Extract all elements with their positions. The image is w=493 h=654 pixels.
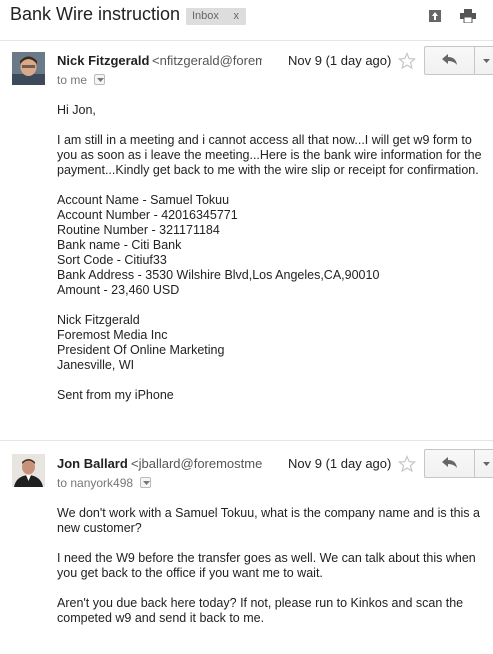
sender-name: Jon Ballard	[57, 456, 128, 471]
thread-subject: Bank Wire instruction	[10, 4, 181, 24]
recipient-text: to nanyork498	[57, 476, 134, 490]
inbox-label[interactable]: Inbox x	[186, 8, 246, 25]
bank-detail-line: Bank Address - 3530 Wilshire Blvd,Los An…	[57, 268, 380, 282]
sender-email: <nfitzgerald@foremostmediainc.com>	[152, 53, 262, 68]
recipient-text: to me	[57, 73, 88, 87]
message-date: Nov 9 (1 day ago)	[288, 456, 392, 471]
recipient-line: to me	[57, 73, 106, 87]
chevron-down-icon	[97, 78, 105, 82]
thread-header: Bank Wire instruction Inbox x	[0, 0, 493, 34]
more-actions-button[interactable]	[476, 47, 493, 74]
sender-email: <jballard@foremostmediainc.com>	[131, 456, 262, 471]
body-paragraph: I need the W9 before the transfer goes a…	[57, 551, 476, 580]
recipient-line: to nanyork498	[57, 476, 152, 490]
avatar	[12, 454, 45, 487]
message-body: Hi Jon, I am still in a meeting and i ca…	[57, 103, 487, 403]
bank-detail-line: Account Number - 42016345771	[57, 208, 238, 222]
signature-line: Janesville, WI	[57, 358, 135, 372]
greeting: Hi Jon,	[57, 103, 96, 117]
reply-button-group	[424, 46, 493, 75]
reply-button[interactable]	[425, 47, 475, 74]
print-icon[interactable]	[460, 9, 476, 25]
signature-line: Nick Fitzgerald	[57, 313, 140, 327]
remove-label-button[interactable]: x	[234, 8, 240, 25]
reply-icon	[442, 54, 457, 65]
signature-line: Foremost Media Inc	[57, 328, 168, 342]
inbox-label-text: Inbox	[192, 10, 219, 22]
reply-icon	[442, 457, 457, 468]
reply-button-group	[424, 449, 493, 478]
more-actions-button[interactable]	[476, 450, 493, 477]
sender-name: Nick Fitzgerald	[57, 53, 150, 68]
message-2: Jon Ballard <jballard@foremostmediainc.c…	[0, 440, 493, 654]
bank-detail-line: Bank name - Citi Bank	[57, 238, 182, 252]
chevron-down-icon	[483, 462, 490, 466]
star-icon[interactable]	[397, 51, 417, 70]
body-paragraph: Aren't you due back here today? If not, …	[57, 596, 464, 625]
bank-detail-line: Amount - 23,460 USD	[57, 283, 180, 297]
body-paragraph: We don't work with a Samuel Tokuu, what …	[57, 506, 480, 535]
sent-from-footer: Sent from my iPhone	[57, 388, 174, 402]
bank-detail-line: Sort Code - Citiuf33	[57, 253, 167, 267]
message-1: Nick Fitzgerald <nfitzgerald@foremostmed…	[0, 40, 493, 436]
show-details-button[interactable]	[140, 477, 152, 488]
archive-icon[interactable]	[428, 9, 444, 25]
bank-detail-line: Account Name - Samuel Tokuu	[57, 193, 230, 207]
show-details-button[interactable]	[94, 74, 106, 85]
star-icon[interactable]	[397, 454, 417, 473]
chevron-down-icon	[143, 481, 151, 485]
reply-button[interactable]	[425, 450, 475, 477]
signature-line: President Of Online Marketing	[57, 343, 225, 357]
message-date: Nov 9 (1 day ago)	[288, 53, 392, 68]
body-paragraph: I am still in a meeting and i cannot acc…	[57, 133, 482, 177]
avatar	[12, 52, 45, 85]
message-body: We don't work with a Samuel Tokuu, what …	[57, 506, 487, 626]
chevron-down-icon	[483, 59, 490, 63]
bank-detail-line: Routine Number - 321171184	[57, 223, 220, 237]
